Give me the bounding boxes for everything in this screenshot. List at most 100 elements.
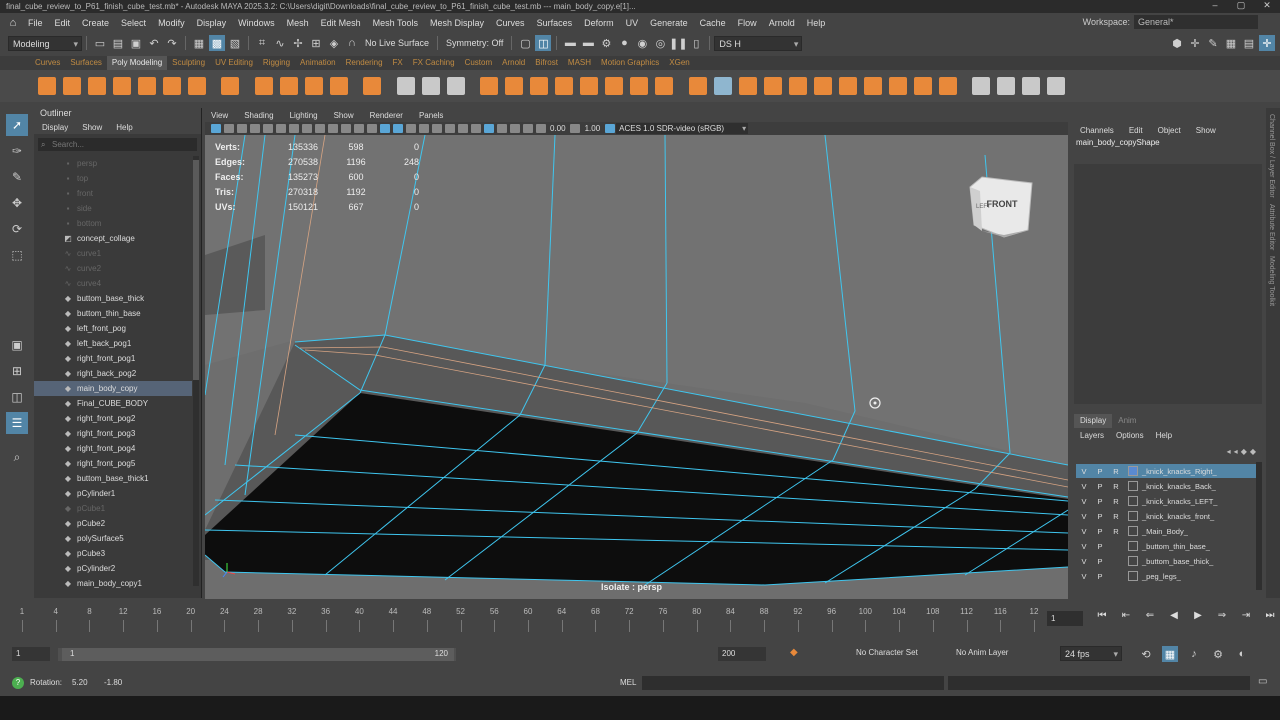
step-forward-key-icon[interactable]: ⇥	[1234, 610, 1258, 621]
outliner-menu-display[interactable]: Display	[42, 123, 68, 132]
auto-key-icon[interactable]: ◆	[790, 647, 798, 658]
film-gate-icon[interactable]	[301, 124, 312, 133]
ambient-occlusion-icon[interactable]	[457, 124, 468, 133]
symmetry-label[interactable]: Symmetry: Off	[442, 38, 507, 48]
outliner-item[interactable]: ◆ Final_CUBE_BODY	[34, 396, 192, 411]
outliner-search-input[interactable]: Search...	[38, 138, 197, 151]
shelf-tab-uv-editing[interactable]: UV Editing	[210, 56, 258, 70]
menu-generate[interactable]: Generate	[644, 18, 694, 28]
paint-select-icon[interactable]: ✎	[6, 166, 28, 188]
layer-toggle-p[interactable]: P	[1092, 482, 1108, 491]
shelf-tab-xgen[interactable]: XGen	[664, 56, 694, 70]
channel-menu-object[interactable]: Object	[1158, 126, 1181, 135]
layer-toggle-v[interactable]: V	[1076, 542, 1092, 551]
layout-four-icon[interactable]: ⊞	[6, 360, 28, 382]
step-back-key-icon[interactable]: ⇤	[1114, 610, 1138, 621]
attribute-editor-icon[interactable]: ✛	[1187, 35, 1203, 51]
layer-row[interactable]: V P _buttom_thin_base_	[1076, 539, 1256, 553]
outliner-item[interactable]: ◩ concept_collage	[34, 231, 192, 246]
menu-edit[interactable]: Edit	[49, 18, 77, 28]
outliner-item[interactable]: ◆ pCube3	[34, 546, 192, 561]
poke-icon[interactable]	[863, 77, 882, 95]
layer-row[interactable]: V P R _knick_knacks_LEFT_	[1076, 494, 1256, 508]
isolate-select-icon[interactable]	[483, 124, 494, 133]
poly-cylinder-icon[interactable]	[87, 77, 106, 95]
poly-disc-icon[interactable]	[187, 77, 206, 95]
layer-toggle-v[interactable]: V	[1076, 527, 1092, 536]
time-slider[interactable]: 1 4 8 12 16 20 24 28 32 36 40 44 48 52 56 60 64 68 72 76 80 8…	[0, 604, 1280, 638]
snap-surface-icon[interactable]: ◈	[326, 35, 342, 51]
exposure-icon[interactable]	[535, 124, 546, 133]
outliner-item[interactable]: ∿ curve1	[34, 246, 192, 261]
viewport-menu-renderer[interactable]: Renderer	[370, 111, 403, 120]
shelf-tab-surfaces[interactable]: Surfaces	[65, 56, 107, 70]
poly-sphere-icon[interactable]	[37, 77, 56, 95]
append-icon[interactable]	[763, 77, 782, 95]
pause-icon[interactable]: ❚❚	[669, 35, 687, 51]
layer-color-swatch[interactable]	[1128, 466, 1138, 476]
outliner-menu-show[interactable]: Show	[82, 123, 102, 132]
gate-mask-icon[interactable]	[327, 124, 338, 133]
panel-toggle-icon[interactable]: ✛	[1259, 35, 1275, 51]
help-line-icon[interactable]: ?	[12, 677, 24, 689]
close-button[interactable]: ✕	[1254, 0, 1280, 11]
super-shape-icon[interactable]	[254, 77, 273, 95]
layer-menu-options[interactable]: Options	[1116, 431, 1144, 440]
layer-toggle-r[interactable]: R	[1108, 527, 1124, 536]
combine-icon[interactable]	[363, 77, 381, 95]
range-slider[interactable]: 1 120	[58, 648, 456, 661]
wedge-icon[interactable]	[888, 77, 907, 95]
xray-components-icon[interactable]	[522, 124, 533, 133]
textured-icon[interactable]	[418, 124, 429, 133]
outliner-item[interactable]: ▪ persp	[34, 156, 192, 171]
layer-row[interactable]: V P R _knick_knacks_Right_	[1076, 464, 1256, 478]
outliner-scrollbar[interactable]	[193, 156, 199, 586]
menu-display[interactable]: Display	[191, 18, 233, 28]
go-start-icon[interactable]: ⏮	[1090, 610, 1114, 621]
separate-icon[interactable]	[530, 77, 548, 95]
cache-playback-icon[interactable]: ▦	[1162, 646, 1178, 662]
menu-create[interactable]: Create	[76, 18, 115, 28]
select-tool-icon[interactable]: ➚	[6, 114, 28, 136]
layer-toggle-p[interactable]: P	[1092, 542, 1108, 551]
outliner-item[interactable]: ◆ left_back_pog1	[34, 336, 192, 351]
outliner-item[interactable]: ▪ top	[34, 171, 192, 186]
play-forward-icon[interactable]: ▶	[1186, 610, 1210, 621]
poly-torus-icon[interactable]	[137, 77, 156, 95]
outliner-item[interactable]: ◆ right_front_pog1	[34, 351, 192, 366]
layer-toggle-v[interactable]: V	[1076, 467, 1092, 476]
layer-color-swatch[interactable]	[1128, 541, 1138, 551]
xray-icon[interactable]	[496, 124, 507, 133]
outliner-item[interactable]: ◆ polySurface5	[34, 531, 192, 546]
character-set-label[interactable]: No Character Set	[856, 648, 918, 657]
layer-toggle-r[interactable]: R	[1108, 512, 1124, 521]
render-frame-icon[interactable]: ◫	[535, 35, 552, 51]
home-icon[interactable]: ⌂	[4, 17, 22, 29]
shelf-tab-bifrost[interactable]: Bifrost	[530, 56, 563, 70]
select-hierarchy-icon[interactable]: ▦	[191, 35, 207, 51]
layer-menu-help[interactable]: Help	[1156, 431, 1172, 440]
stop-icon[interactable]: ▯	[688, 35, 704, 51]
channel-box-object-name[interactable]: main_body_copyShape	[1070, 138, 1266, 150]
auto-key-toggle-icon[interactable]: ◐	[1234, 646, 1250, 662]
circularize-icon[interactable]	[913, 77, 932, 95]
menu-edit-mesh[interactable]: Edit Mesh	[315, 18, 367, 28]
layer-row[interactable]: V P R _knick_knacks_Back_	[1076, 479, 1256, 493]
live-surface-label[interactable]: No Live Surface	[361, 38, 433, 48]
shelf-tab-rendering[interactable]: Rendering	[341, 56, 388, 70]
resolution-gate-icon[interactable]	[314, 124, 325, 133]
outliner-item[interactable]: ◆ right_back_pog2	[34, 366, 192, 381]
loop-icon[interactable]: ⟲	[1138, 646, 1154, 662]
layer-toggle-r[interactable]: R	[1108, 497, 1124, 506]
quad-draw-icon[interactable]	[1047, 77, 1065, 95]
safe-action-icon[interactable]	[353, 124, 364, 133]
channel-box-icon[interactable]: ▦	[1223, 35, 1239, 51]
2d-pan-zoom-icon[interactable]	[262, 124, 273, 133]
right-tab[interactable]: Channel Box / Layer Editor	[1268, 114, 1275, 198]
outliner-item[interactable]: ◆ right_front_pog4	[34, 441, 192, 456]
animation-prefs-icon[interactable]: ⚙	[1210, 646, 1226, 662]
select-component-icon[interactable]: ▧	[227, 35, 243, 51]
minimize-button[interactable]: –	[1202, 0, 1228, 11]
render-current-icon[interactable]: ▬	[562, 35, 578, 51]
snap-point-icon[interactable]: ✢	[290, 35, 306, 51]
